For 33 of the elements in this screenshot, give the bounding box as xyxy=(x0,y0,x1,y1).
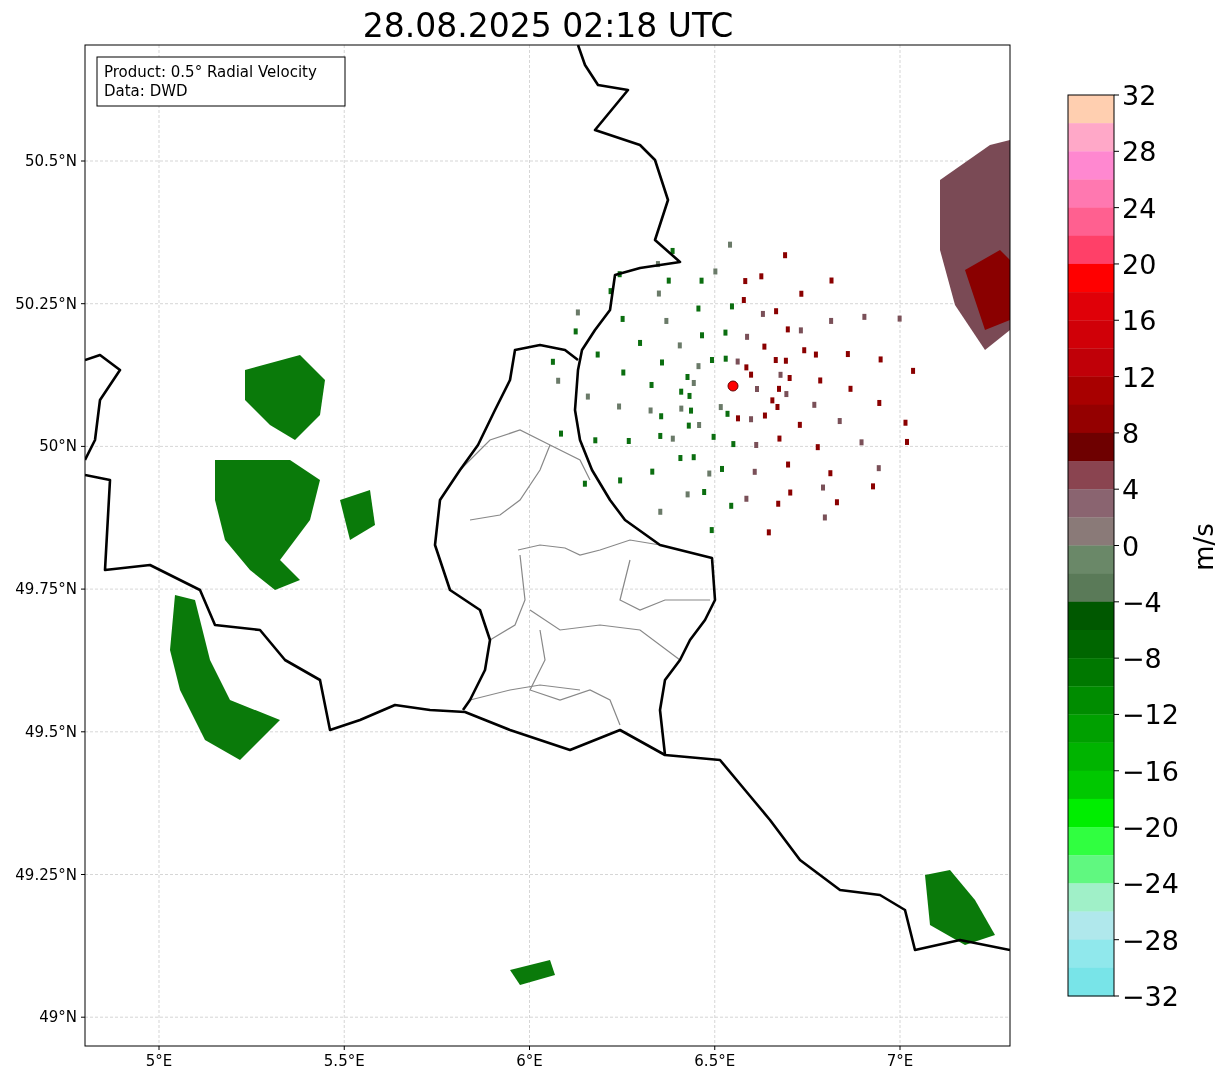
colorbar-tick-label: −20 xyxy=(1122,812,1179,844)
colorbar-tick-label: 4 xyxy=(1122,474,1140,506)
axis-tick-label: 50.5°N xyxy=(24,152,77,170)
axis-tick-label: 6°E xyxy=(516,1052,543,1070)
axis-tick-label: 49.75°N xyxy=(15,580,77,599)
axis-tick-label: 50.25°N xyxy=(15,294,77,313)
axis-tick-label: 49.5°N xyxy=(24,722,77,741)
colorbar-tick-label: −16 xyxy=(1122,755,1179,787)
chart-title: 28.08.2025 02:18 UTC xyxy=(362,6,734,45)
colorbar-tick-label: −28 xyxy=(1122,924,1179,956)
legend-text: Product: 0.5° Radial Velocity xyxy=(104,63,317,81)
colorbar-tick-label: −12 xyxy=(1122,699,1179,731)
colorbar-tick-label: 24 xyxy=(1122,192,1157,224)
colorbar-tick-label: 20 xyxy=(1122,248,1157,280)
axis-tick-label: 7°E xyxy=(886,1052,914,1070)
legend-text: Data: DWD xyxy=(104,82,188,100)
colorbar-tick-label: 12 xyxy=(1122,361,1157,393)
colorbar-tick-label: −4 xyxy=(1122,586,1162,618)
colorbar-tick-label: 16 xyxy=(1122,305,1157,337)
axis-tick-label: 5°E xyxy=(145,1052,173,1070)
axis-tick-label: 49.25°N xyxy=(15,865,77,884)
axis-tick-label: 50°N xyxy=(39,437,77,456)
colorbar-label: m/s xyxy=(1189,523,1219,571)
colorbar-tick-label: −8 xyxy=(1122,643,1162,675)
colorbar-tick-label: −32 xyxy=(1122,981,1179,1012)
colorbar-tick-label: −24 xyxy=(1122,868,1179,900)
colorbar-tick-label: 8 xyxy=(1122,417,1140,449)
colorbar-tick-label: 0 xyxy=(1122,530,1140,562)
colorbar-tick-label: 28 xyxy=(1122,136,1157,168)
axis-tick-label: 6.5°E xyxy=(694,1052,736,1070)
colorbar-tick-label: 32 xyxy=(1122,80,1157,111)
axis-tick-label: 49°N xyxy=(39,1008,77,1027)
axis-tick-label: 5.5°E xyxy=(323,1052,365,1070)
